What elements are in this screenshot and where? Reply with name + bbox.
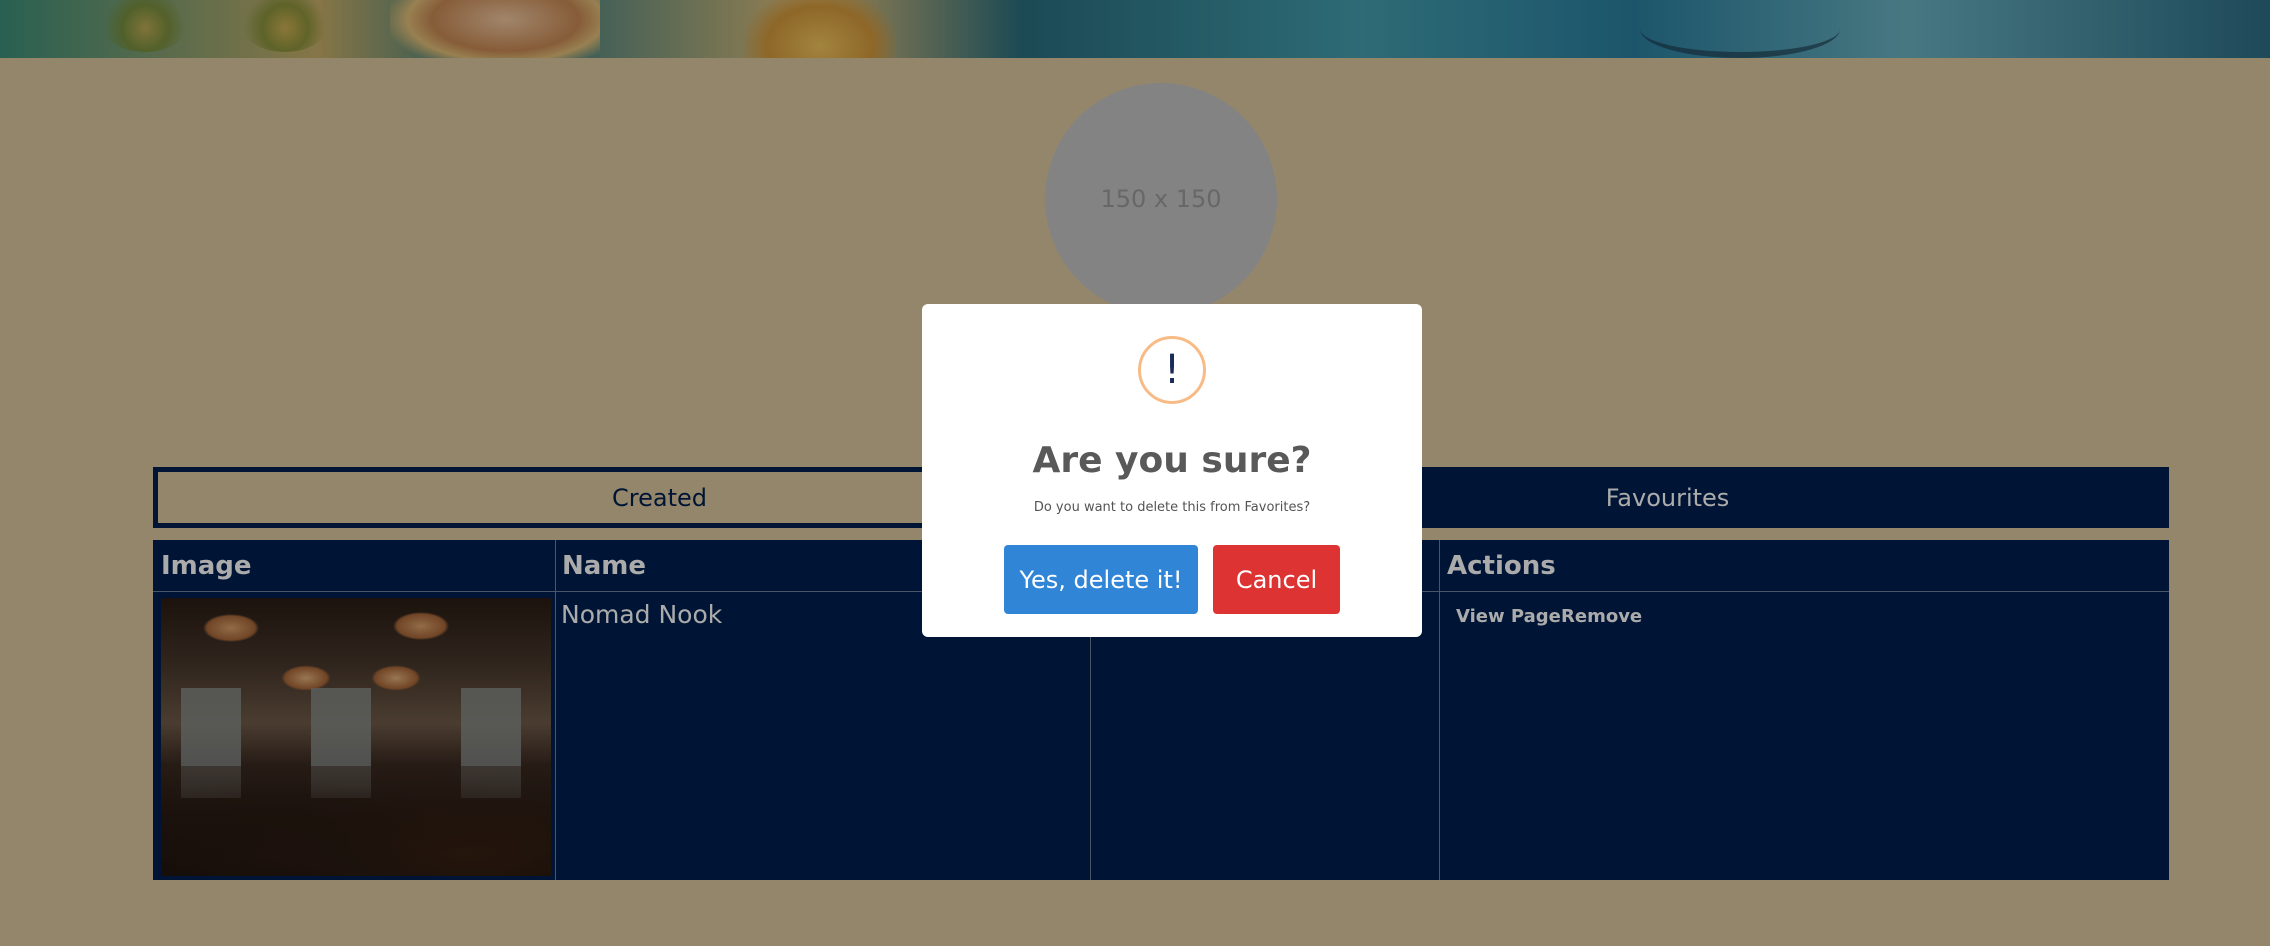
warning-icon: !	[1138, 336, 1206, 404]
warning-icon-glyph: !	[1163, 347, 1181, 393]
cancel-button[interactable]: Cancel	[1213, 545, 1340, 614]
confirm-dialog: ! Are you sure? Do you want to delete th…	[922, 304, 1422, 637]
dialog-title: Are you sure?	[1032, 440, 1312, 481]
dialog-message: Do you want to delete this from Favorite…	[1033, 500, 1311, 515]
confirm-delete-button[interactable]: Yes, delete it!	[1004, 545, 1198, 614]
